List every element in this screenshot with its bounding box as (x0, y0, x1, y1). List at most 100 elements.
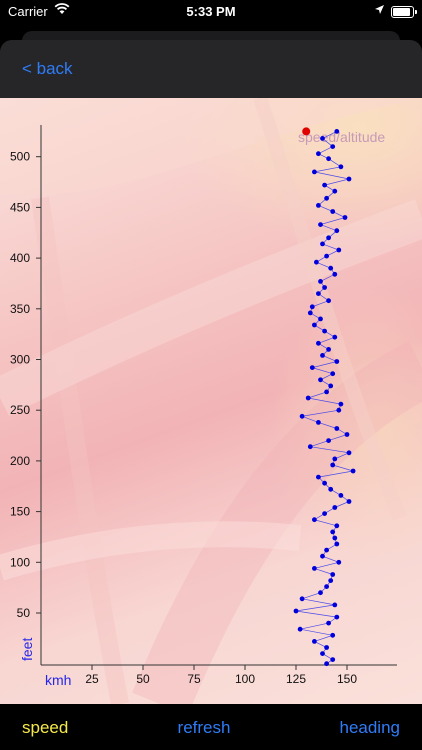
data-point (330, 572, 336, 577)
data-point (330, 529, 336, 535)
x-tick-label: 125 (286, 672, 306, 686)
y-tick-label: 100 (10, 555, 30, 569)
y-tick-label: 50 (17, 606, 31, 620)
data-point (328, 265, 334, 271)
data-point (334, 541, 340, 547)
data-point (334, 523, 340, 529)
data-point (334, 228, 340, 234)
data-point (326, 235, 331, 241)
data-point (346, 176, 352, 182)
data-point (320, 136, 325, 141)
y-tick-label: 450 (10, 200, 30, 214)
data-point (324, 661, 329, 667)
data-point (322, 480, 327, 486)
data-point (328, 383, 334, 389)
data-point (336, 247, 342, 253)
data-point (318, 279, 323, 284)
y-axis-label: feet (19, 638, 35, 661)
data-point (342, 215, 348, 220)
data-point (330, 144, 336, 149)
data-point (316, 151, 321, 157)
y-tick-label: 400 (10, 251, 30, 265)
data-point (350, 468, 356, 474)
data-point (312, 322, 317, 328)
data-point (318, 377, 323, 383)
location-arrow-icon (374, 3, 385, 18)
data-point (322, 511, 327, 516)
data-point (326, 438, 331, 443)
data-point (316, 203, 321, 208)
data-point (318, 590, 323, 596)
data-point (330, 462, 336, 468)
data-point (324, 547, 329, 553)
data-point (309, 365, 315, 370)
y-tick-label: 250 (10, 403, 30, 417)
data-point (324, 253, 329, 259)
data-point (320, 651, 325, 656)
data-point (336, 407, 342, 413)
data-point (318, 222, 323, 227)
data-point (316, 340, 321, 346)
axes (40, 125, 397, 666)
data-point (312, 517, 317, 523)
data-point (324, 584, 329, 589)
data-point (338, 164, 344, 170)
y-tick-label: 500 (10, 150, 30, 164)
x-axis-label: kmh (45, 672, 71, 688)
x-tick-label: 100 (235, 672, 255, 686)
speed-altitude-chart: 50 100 150 200 250 300 350 400 450 500 25 50 75 100 1… (10, 125, 397, 688)
clock: 5:33 PM (186, 4, 236, 19)
bottom-toolbar: speed refresh heading (0, 704, 422, 750)
data-point (332, 535, 338, 541)
data-point (334, 614, 340, 620)
data-point (305, 395, 311, 401)
data-point (334, 129, 340, 134)
data-point (307, 310, 313, 316)
data-point (334, 359, 340, 364)
data-point (309, 304, 315, 310)
data-point (346, 450, 352, 456)
data-point (320, 241, 325, 247)
x-tick-label: 50 (136, 672, 150, 686)
x-tick-label: 150 (337, 672, 357, 686)
data-point (338, 493, 344, 498)
series-line (295, 131, 354, 664)
data-point (316, 420, 321, 425)
data-point (332, 188, 338, 194)
data-point (307, 444, 313, 450)
data-point (320, 353, 325, 358)
data-point (326, 620, 331, 626)
data-point (299, 413, 305, 419)
back-button[interactable]: < back (22, 59, 73, 79)
data-point (312, 639, 317, 644)
data-point (322, 285, 327, 290)
data-point (314, 259, 319, 265)
data-point (332, 334, 338, 340)
data-point (316, 291, 321, 296)
data-point (330, 209, 336, 214)
chart-title: speed/altitude (298, 129, 385, 145)
current-position-marker (302, 127, 311, 136)
data-point (318, 316, 323, 322)
data-point (312, 169, 317, 175)
data-point (293, 608, 299, 614)
x-tick-label: 75 (187, 672, 201, 686)
data-point (332, 505, 338, 510)
data-point (297, 626, 303, 632)
data-point (328, 578, 334, 583)
x-tick-label: 25 (85, 672, 99, 686)
data-point (328, 486, 334, 492)
data-point (316, 474, 321, 480)
heading-tab[interactable]: heading (339, 718, 400, 738)
data-point (324, 195, 329, 201)
data-point (322, 328, 327, 334)
data-point (330, 632, 336, 638)
data-point (332, 271, 338, 277)
data-point (332, 456, 338, 462)
data-point (336, 559, 342, 565)
data-point (320, 553, 325, 559)
data-point (346, 499, 352, 504)
series-speed (293, 129, 356, 667)
data-point (299, 596, 305, 602)
data-point (330, 371, 336, 377)
